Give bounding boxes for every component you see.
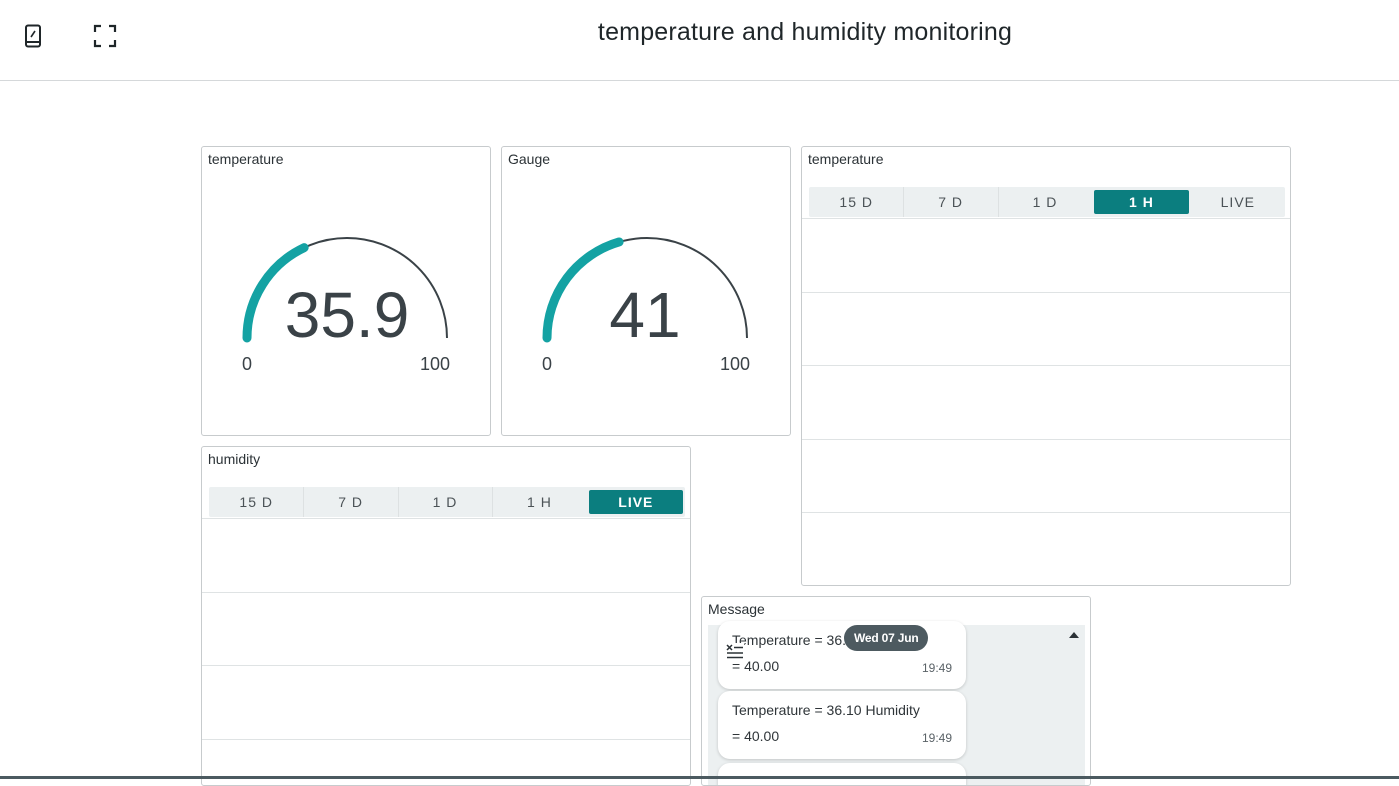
range-7d-button[interactable]: 7 D — [303, 487, 397, 517]
humidity-chart-widget: humidity 15 D 7 D 1 D 1 H LIVE — [201, 446, 691, 786]
range-1h-button[interactable]: 1 H — [1094, 190, 1189, 214]
message-list[interactable]: Temperature = 36.10 Humidity = 40.00 19:… — [708, 621, 1085, 785]
message-bubble-partial — [718, 763, 966, 785]
gauge-min-label: 0 — [242, 354, 252, 374]
message-time: 19:49 — [921, 661, 952, 675]
clear-messages-icon[interactable] — [726, 643, 744, 661]
range-1d-button[interactable]: 1 D — [997, 187, 1092, 217]
chart-gridline — [202, 518, 690, 519]
scroll-up-icon[interactable] — [1069, 631, 1079, 639]
range-1d-button[interactable]: 1 D — [397, 487, 492, 517]
chart-gridline — [802, 512, 1290, 513]
range-1h-button[interactable]: 1 H — [492, 487, 586, 517]
gauge-value: 41 — [609, 279, 680, 351]
message-text-line1: Temperature = 36.10 Humidity — [732, 702, 920, 718]
widget-title: temperature — [808, 151, 884, 167]
message-widget: Message Temperature = 36.10 Humidity = 4… — [701, 596, 1091, 786]
message-bubble: Temperature = 36.10 Humidity = 40.00 19:… — [718, 621, 966, 689]
message-text-line2: = 40.00 — [732, 658, 780, 674]
chart-gridline — [802, 439, 1290, 440]
temperature-gauge-widget: temperature 35.9 0 100 — [201, 146, 491, 436]
widget-title: humidity — [208, 451, 261, 467]
top-bar: temperature and humidity monitoring — [0, 0, 1399, 81]
chart-gridline — [202, 739, 690, 740]
range-live-button[interactable]: LIVE — [1191, 190, 1285, 214]
message-bubble: Temperature = 36.10 Humidity = 40.00 19:… — [718, 691, 966, 759]
gauge-dial: 41 0 100 — [542, 237, 750, 374]
gauge-widget: Gauge 41 0 100 — [501, 146, 791, 436]
gauge-min-label: 0 — [542, 354, 552, 374]
chart-gridline — [202, 665, 690, 666]
gauge-dial: 35.9 0 100 — [242, 237, 450, 374]
chart-gridline — [202, 592, 690, 593]
gauge-value: 35.9 — [285, 279, 410, 351]
gauge-fill — [542, 237, 624, 343]
time-range-selector: 15 D 7 D 1 D 1 H LIVE — [209, 487, 685, 517]
widget-title: Message — [708, 601, 765, 617]
gauge-max-label: 100 — [720, 354, 750, 374]
range-7d-button[interactable]: 7 D — [903, 187, 997, 217]
temperature-chart-widget: temperature 15 D 7 D 1 D 1 H LIVE — [801, 146, 1291, 586]
gauge-max-label: 100 — [420, 354, 450, 374]
date-separator: Wed 07 Jun — [844, 625, 929, 651]
range-15d-button[interactable]: 15 D — [209, 490, 303, 514]
chart-gridline — [802, 218, 1290, 219]
range-live-button[interactable]: LIVE — [588, 490, 684, 514]
time-range-selector: 15 D 7 D 1 D 1 H LIVE — [809, 187, 1285, 217]
page-title: temperature and humidity monitoring — [597, 18, 1013, 46]
chart-gridline — [802, 365, 1290, 366]
message-time: 19:49 — [921, 731, 952, 745]
range-15d-button[interactable]: 15 D — [809, 190, 903, 214]
message-text-line2: = 40.00 — [732, 728, 780, 744]
chart-gridline — [802, 292, 1290, 293]
